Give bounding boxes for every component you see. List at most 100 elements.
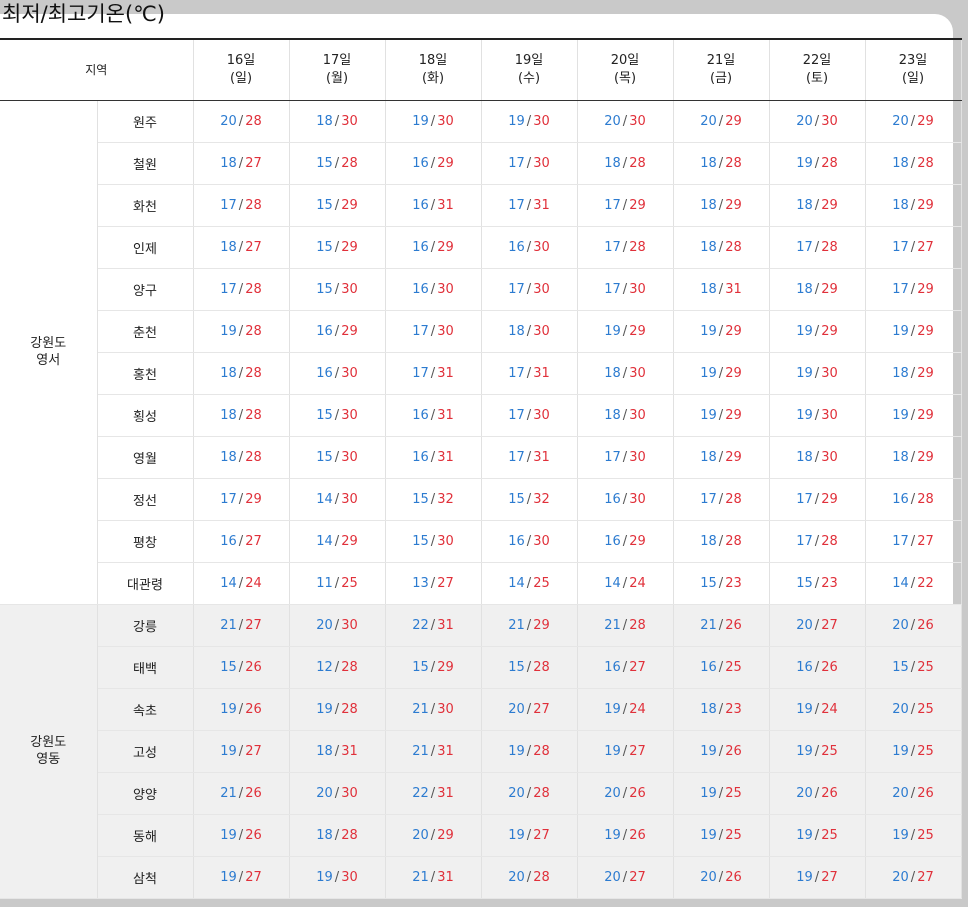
location-name: 강릉: [97, 604, 194, 647]
temp-separator: /: [814, 743, 820, 759]
max-temp: 29: [725, 365, 742, 381]
temperature-cell: 17/29: [865, 268, 962, 311]
max-temp: 30: [341, 365, 358, 381]
temp-separator: /: [334, 197, 340, 213]
max-temp: 29: [917, 407, 934, 423]
temperature-cell: 21/30: [385, 688, 482, 731]
temp-separator: /: [718, 827, 724, 843]
temperature-cell: 19/30: [481, 100, 578, 143]
min-temp: 20: [508, 785, 525, 801]
min-temp: 19: [796, 701, 813, 717]
temp-separator: /: [238, 617, 244, 633]
temp-separator: /: [238, 827, 244, 843]
min-temp: 18: [604, 407, 621, 423]
max-temp: 23: [725, 701, 742, 717]
temperature-cell: 17/30: [385, 310, 482, 353]
max-temp: 27: [245, 743, 262, 759]
temp-separator: /: [430, 575, 436, 591]
temperature-cell: 17/28: [769, 226, 866, 269]
max-temp: 26: [245, 827, 262, 843]
temp-separator: /: [622, 701, 628, 717]
temp-separator: /: [526, 743, 532, 759]
temperature-cell: 18/30: [577, 352, 674, 395]
temp-separator: /: [718, 785, 724, 801]
temperature-cell: 15/25: [865, 646, 962, 689]
temp-separator: /: [910, 491, 916, 507]
min-temp: 15: [412, 533, 429, 549]
temp-separator: /: [526, 407, 532, 423]
min-temp: 17: [604, 281, 621, 297]
max-temp: 29: [821, 323, 838, 339]
min-temp: 18: [700, 533, 717, 549]
temp-separator: /: [718, 701, 724, 717]
min-temp: 20: [796, 617, 813, 633]
min-temp: 15: [508, 659, 525, 675]
temp-separator: /: [526, 113, 532, 129]
min-temp: 20: [892, 113, 909, 129]
max-temp: 29: [629, 533, 646, 549]
table-row: 양양 21/26 20/30 22/31 20/28 20/26 19/25 20/26 20/…: [0, 772, 962, 815]
temp-separator: /: [814, 449, 820, 465]
max-temp: 27: [245, 869, 262, 885]
max-temp: 30: [629, 491, 646, 507]
min-temp: 18: [220, 239, 237, 255]
temperature-cell: 17/30: [481, 394, 578, 437]
min-temp: 15: [316, 449, 333, 465]
min-temp: 18: [220, 365, 237, 381]
temperature-cell: 19/29: [673, 352, 770, 395]
temp-separator: /: [526, 491, 532, 507]
max-temp: 29: [437, 827, 454, 843]
temperature-cell: 17/28: [769, 520, 866, 563]
min-temp: 17: [412, 365, 429, 381]
max-temp: 27: [629, 659, 646, 675]
max-temp: 26: [245, 701, 262, 717]
temperature-cell: 18/31: [289, 730, 386, 773]
temperature-cell: 20/27: [577, 856, 674, 899]
temperature-cell: 18/28: [577, 142, 674, 185]
max-temp: 30: [821, 365, 838, 381]
temperature-cell: 18/28: [673, 226, 770, 269]
temperature-cell: 13/27: [385, 562, 482, 605]
temperature-cell: 20/27: [481, 688, 578, 731]
min-temp: 17: [220, 197, 237, 213]
temperature-cell: 17/28: [193, 184, 290, 227]
min-temp: 20: [604, 785, 621, 801]
min-temp: 22: [412, 617, 429, 633]
min-temp: 16: [508, 239, 525, 255]
temperature-cell: 19/27: [769, 856, 866, 899]
temperature-cell: 18/28: [673, 520, 770, 563]
min-temp: 19: [796, 323, 813, 339]
min-temp: 16: [412, 155, 429, 171]
min-temp: 17: [220, 491, 237, 507]
temperature-cell: 19/30: [769, 394, 866, 437]
min-temp: 16: [412, 281, 429, 297]
max-temp: 30: [437, 533, 454, 549]
temperature-cell: 20/28: [481, 772, 578, 815]
day-column-header: 16일 (일): [193, 40, 290, 101]
max-temp: 29: [533, 617, 550, 633]
min-temp: 19: [508, 827, 525, 843]
min-temp: 16: [796, 659, 813, 675]
day-column-header: 20일 (목): [577, 40, 674, 101]
temp-separator: /: [334, 155, 340, 171]
temp-separator: /: [910, 533, 916, 549]
temperature-cell: 11/25: [289, 562, 386, 605]
min-temp: 19: [796, 827, 813, 843]
temp-separator: /: [910, 155, 916, 171]
max-temp: 31: [437, 197, 454, 213]
min-temp: 19: [220, 701, 237, 717]
temp-separator: /: [430, 659, 436, 675]
temperature-cell: 15/29: [385, 646, 482, 689]
max-temp: 29: [629, 323, 646, 339]
max-temp: 30: [821, 407, 838, 423]
temperature-cell: 16/26: [769, 646, 866, 689]
table-row: 양구 17/28 15/30 16/30 17/30 17/30 18/31 18/29 17/…: [0, 268, 962, 311]
min-temp: 17: [508, 407, 525, 423]
day-weekday: (금): [709, 70, 733, 86]
temperature-cell: 20/27: [865, 856, 962, 899]
temp-separator: /: [910, 113, 916, 129]
temp-separator: /: [910, 197, 916, 213]
temperature-cell: 16/31: [385, 394, 482, 437]
max-temp: 30: [341, 449, 358, 465]
temp-separator: /: [718, 281, 724, 297]
